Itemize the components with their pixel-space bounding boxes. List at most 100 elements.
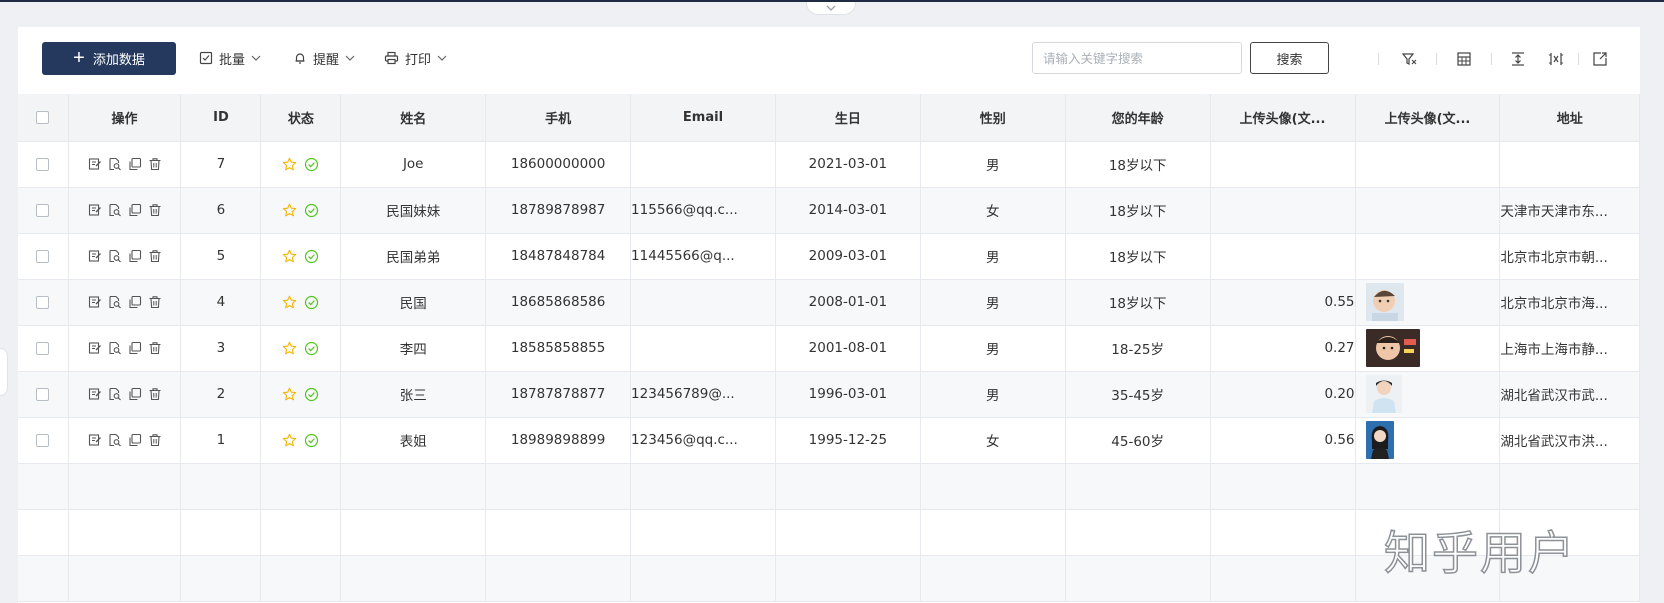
column-header[interactable]: 您的年龄 (1065, 94, 1211, 142)
batch-dropdown[interactable]: 批量 (199, 43, 261, 73)
empty-cell (920, 509, 1066, 556)
column-header[interactable]: 地址 (1499, 94, 1640, 142)
row-select-cell[interactable] (18, 279, 69, 326)
email-cell (630, 141, 776, 188)
table-row[interactable]: 5 民国弟弟 18487848784 11445566@q... 2009-03-01 男… (18, 233, 1640, 280)
column-header[interactable]: ID (180, 94, 262, 142)
table-row[interactable]: 1 表姐 18989898899 123456@qq.c... 1995-12-25 女 4… (18, 417, 1640, 464)
column-header[interactable]: 上传头像(文... (1210, 94, 1356, 142)
table-row[interactable]: 3 李四 18585858855 2001-08-01 男 18-25岁 0.27 上海市上海… (18, 325, 1640, 372)
row-select-cell[interactable] (18, 141, 69, 188)
check-circle-icon[interactable] (304, 249, 319, 264)
column-width-icon[interactable] (1546, 49, 1566, 69)
edit-icon[interactable] (88, 249, 102, 263)
calculator-icon[interactable] (1454, 49, 1474, 69)
row-checkbox[interactable] (36, 387, 50, 401)
row-checkbox[interactable] (36, 249, 50, 263)
check-circle-icon[interactable] (304, 341, 319, 356)
star-icon[interactable] (282, 295, 297, 310)
delete-icon[interactable] (148, 157, 162, 171)
view-icon[interactable] (108, 249, 122, 263)
row-select-cell[interactable] (18, 417, 69, 464)
avatar-thumbnail[interactable] (1365, 283, 1404, 321)
view-icon[interactable] (108, 203, 122, 217)
view-icon[interactable] (108, 157, 122, 171)
column-header[interactable]: 性别 (920, 94, 1066, 142)
add-data-button[interactable]: + 添加数据 (42, 42, 176, 75)
delete-icon[interactable] (148, 249, 162, 263)
copy-icon[interactable] (128, 387, 142, 401)
export-icon[interactable] (1590, 49, 1610, 69)
table-row[interactable]: 7 Joe 18600000000 2021-03-01 男 18岁以下 (18, 141, 1640, 188)
sidebar-expand-handle[interactable] (0, 348, 8, 396)
search-input[interactable] (1032, 42, 1242, 74)
table-row[interactable]: 6 民国妹妹 18789878987 115566@qq.c... 2014-03-01… (18, 187, 1640, 234)
email-cell: 11445566@q... (630, 233, 776, 280)
copy-icon[interactable] (128, 341, 142, 355)
copy-icon[interactable] (128, 157, 142, 171)
search-button[interactable]: 搜索 (1250, 42, 1329, 74)
copy-icon[interactable] (128, 249, 142, 263)
avatar-thumbnail[interactable] (1365, 421, 1394, 459)
empty-cell (485, 509, 632, 556)
check-circle-icon[interactable] (304, 433, 319, 448)
column-header[interactable]: 操作 (68, 94, 182, 142)
row-checkbox[interactable] (36, 341, 50, 355)
avatar-cell (1355, 325, 1501, 372)
copy-icon[interactable] (128, 203, 142, 217)
copy-icon[interactable] (128, 433, 142, 447)
edit-icon[interactable] (88, 433, 102, 447)
row-checkbox[interactable] (36, 157, 50, 171)
column-header[interactable]: 上传头像(文... (1355, 94, 1501, 142)
row-select-cell[interactable] (18, 371, 69, 418)
star-icon[interactable] (282, 249, 297, 264)
row-select-cell[interactable] (18, 325, 69, 372)
table-row[interactable]: 4 民国 18685868586 2008-01-01 男 18岁以下 0.55 北京市北京市… (18, 279, 1640, 326)
delete-icon[interactable] (148, 203, 162, 217)
star-icon[interactable] (282, 387, 297, 402)
row-select-cell[interactable] (18, 233, 69, 280)
column-header[interactable]: 状态 (260, 94, 342, 142)
delete-icon[interactable] (148, 295, 162, 309)
print-dropdown[interactable]: 打印 (384, 43, 447, 73)
star-icon[interactable] (282, 433, 297, 448)
collapse-header-toggle[interactable] (806, 2, 856, 15)
view-icon[interactable] (108, 387, 122, 401)
delete-icon[interactable] (148, 433, 162, 447)
table-row[interactable]: 2 张三 18787878877 123456789@... 1996-03-01 男 35… (18, 371, 1640, 418)
remind-dropdown[interactable]: 提醒 (293, 43, 355, 73)
column-header[interactable]: Email (630, 94, 776, 142)
column-height-icon[interactable] (1508, 49, 1528, 69)
avatar-thumbnail[interactable] (1365, 375, 1402, 413)
edit-icon[interactable] (88, 157, 102, 171)
edit-icon[interactable] (88, 341, 102, 355)
filter-icon[interactable] (1399, 49, 1419, 69)
edit-icon[interactable] (88, 203, 102, 217)
copy-icon[interactable] (128, 295, 142, 309)
empty-cell (1210, 509, 1356, 556)
column-header[interactable]: 手机 (485, 94, 632, 142)
column-header[interactable]: 生日 (775, 94, 921, 142)
check-circle-icon[interactable] (304, 157, 319, 172)
avatar-thumbnail[interactable] (1365, 329, 1420, 367)
row-checkbox[interactable] (36, 203, 50, 217)
delete-icon[interactable] (148, 387, 162, 401)
view-icon[interactable] (108, 295, 122, 309)
star-icon[interactable] (282, 203, 297, 218)
row-checkbox[interactable] (36, 295, 50, 309)
delete-icon[interactable] (148, 341, 162, 355)
row-select-cell[interactable] (18, 187, 69, 234)
check-circle-icon[interactable] (304, 203, 319, 218)
select-all-checkbox[interactable] (36, 110, 50, 124)
check-circle-icon[interactable] (304, 387, 319, 402)
star-icon[interactable] (282, 341, 297, 356)
select-all-header[interactable] (18, 94, 69, 142)
column-header[interactable]: 姓名 (340, 94, 487, 142)
check-circle-icon[interactable] (304, 295, 319, 310)
edit-icon[interactable] (88, 387, 102, 401)
star-icon[interactable] (282, 157, 297, 172)
edit-icon[interactable] (88, 295, 102, 309)
view-icon[interactable] (108, 433, 122, 447)
view-icon[interactable] (108, 341, 122, 355)
row-checkbox[interactable] (36, 433, 50, 447)
